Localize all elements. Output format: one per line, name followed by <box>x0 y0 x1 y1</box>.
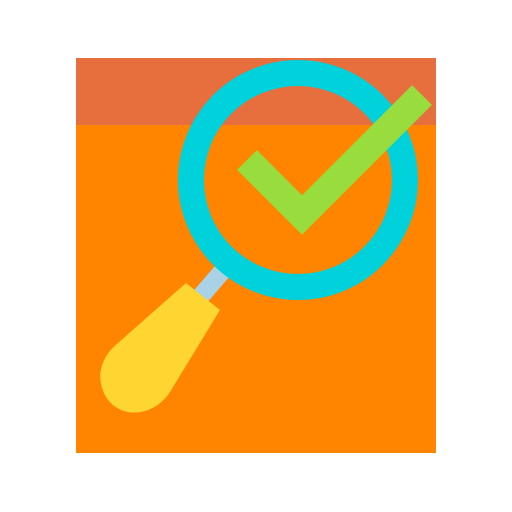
search-approved-document-icon <box>76 58 436 453</box>
icon-canvas <box>0 0 512 512</box>
